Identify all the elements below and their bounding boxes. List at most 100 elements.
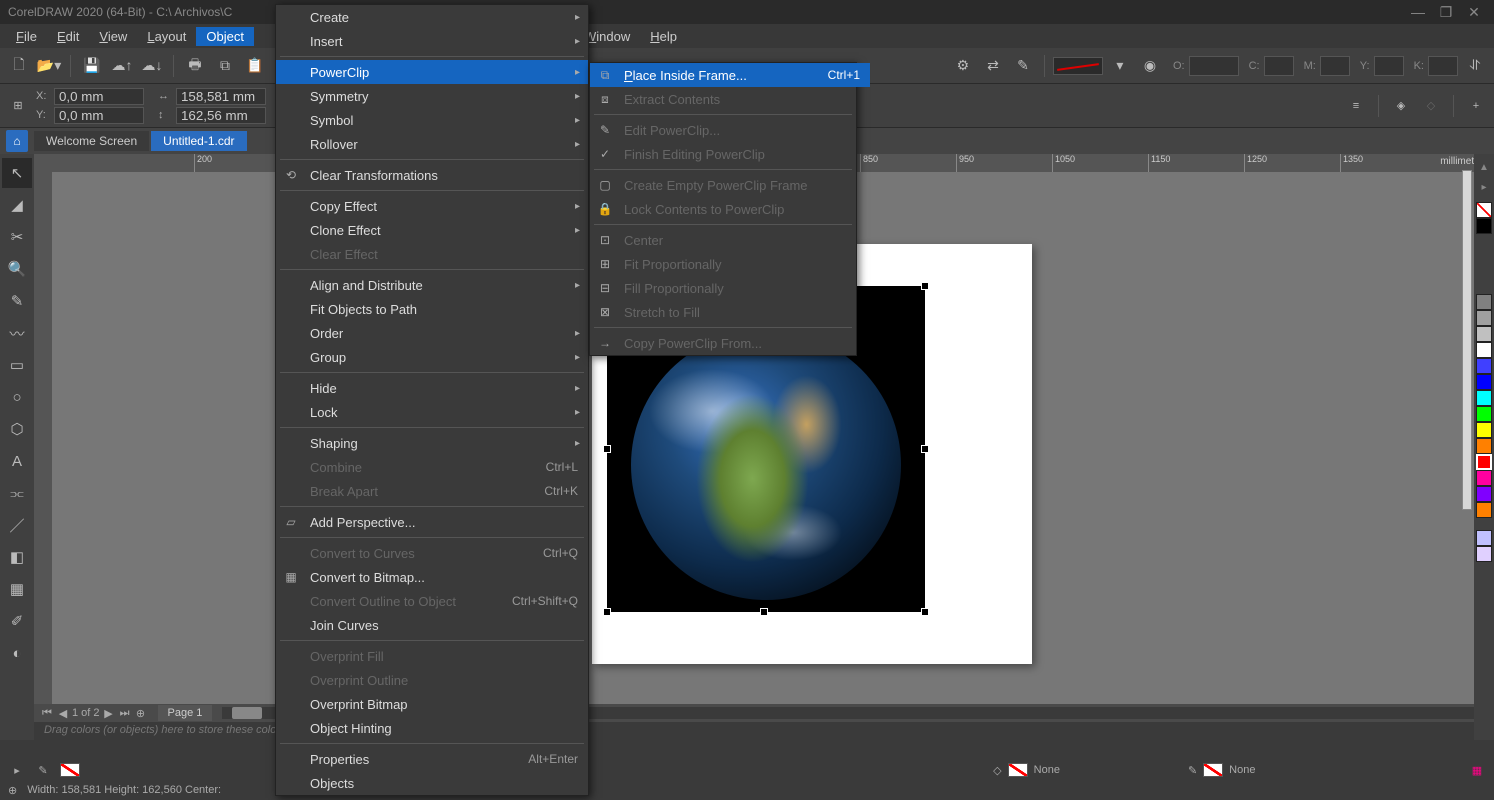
menu-shaping[interactable]: Shaping [276,431,588,455]
width-input[interactable] [176,88,266,105]
outline-preview[interactable] [1053,57,1103,75]
fill-swatch[interactable] [60,763,80,777]
artistic-tool-icon[interactable]: 〰 [2,318,32,348]
transparency-tool-icon[interactable]: ▦ [2,574,32,604]
menu-lock[interactable]: Lock [276,400,588,424]
swatch-blue[interactable] [1476,358,1492,374]
outline-none-swatch[interactable] [1203,763,1223,777]
menu-place-inside-frame[interactable]: ⧉Place Inside Frame...Place Inside Frame… [590,63,870,87]
pick-tool-icon[interactable]: ↖ [2,158,32,188]
menu-edit[interactable]: Edit [47,27,89,46]
x-input[interactable] [54,88,144,105]
shape-tool-icon[interactable]: ◢ [2,190,32,220]
polygon-tool-icon[interactable]: ⬡ [2,414,32,444]
k-input[interactable] [1428,56,1458,76]
next-page-icon[interactable]: ▶ [102,707,116,720]
handle-bm[interactable] [760,608,768,616]
swatch-black[interactable] [1476,218,1492,234]
close-icon[interactable]: ✕ [1462,2,1486,22]
palette-menu-icon[interactable]: ▸ [1476,182,1492,198]
menu-to-bitmap[interactable]: ▦Convert to Bitmap... [276,565,588,589]
line-tool-icon[interactable]: ／ [2,510,32,540]
menu-properties[interactable]: PropertiesAlt+Enter [276,747,588,771]
swatch-green[interactable] [1476,406,1492,422]
last-page-icon[interactable]: ⏭ [118,707,132,720]
swatch-purple[interactable] [1476,486,1492,502]
menu-align[interactable]: Align and Distribute [276,273,588,297]
dropdown-icon[interactable]: ▾ [1107,53,1133,79]
page-tab[interactable]: Page 1 [158,705,213,721]
print-icon[interactable]: 🖶 [182,53,208,79]
height-input[interactable] [176,107,266,124]
menu-clone-effect[interactable]: Clone Effect [276,218,588,242]
menu-layout[interactable]: Layout [137,27,196,46]
gear-icon[interactable]: ⚙ [950,53,976,79]
tab-welcome[interactable]: Welcome Screen [34,131,149,151]
v-scrollbar[interactable] [1462,170,1472,510]
layer-link-icon[interactable]: ◇ [1419,94,1443,118]
handle-mr[interactable] [921,445,929,453]
handle-ml[interactable] [603,445,611,453]
menu-objects[interactable]: Objects [276,771,588,795]
swatch-red[interactable] [1476,454,1492,470]
menu-object-hinting[interactable]: Object Hinting [276,716,588,740]
palette-up-icon[interactable]: ▲ [1476,162,1492,178]
prev-page-icon[interactable]: ◀ [56,707,70,720]
menu-group[interactable]: Group [276,345,588,369]
swatch-magenta[interactable] [1476,470,1492,486]
save-icon[interactable]: 💾 [79,53,105,79]
home-icon[interactable]: ⌂ [6,130,28,152]
menu-insert[interactable]: Insert [276,29,588,53]
color-wheel-icon[interactable]: ◉ [1137,53,1163,79]
swatch-none[interactable] [1476,202,1492,218]
layers-icon[interactable]: ◈ [1389,94,1413,118]
o-input[interactable] [1189,56,1239,76]
menu-symbol[interactable]: Symbol [276,108,588,132]
swatch-cyan[interactable] [1476,390,1492,406]
y-pos-input[interactable] [54,107,144,124]
menu-powerclip[interactable]: PowerClip [276,60,588,84]
menu-overprint-bitmap[interactable]: Overprint Bitmap [276,692,588,716]
zoom-tool-icon[interactable]: 🔍 [2,254,32,284]
cloud-up-icon[interactable]: ☁↑ [109,53,135,79]
pen-options-icon[interactable]: ✎ [1010,53,1036,79]
open-icon[interactable]: 📂▾ [36,53,62,79]
menu-file[interactable]: FFileile [6,27,47,46]
stepper-icon[interactable]: ⥯ [1462,53,1488,79]
origin-grid-icon[interactable]: ⊞ [6,94,30,118]
eyedropper-tool-icon[interactable]: ✐ [2,606,32,636]
y-input[interactable] [1374,56,1404,76]
swatch-orange[interactable] [1476,438,1492,454]
outline-pen-icon[interactable]: ✎ [34,761,52,779]
paste-icon[interactable]: 📋 [242,53,268,79]
shadow-tool-icon[interactable]: ◧ [2,542,32,572]
menu-clear-transformations[interactable]: ⟲Clear Transformations [276,163,588,187]
swatch-white[interactable] [1476,342,1492,358]
rectangle-tool-icon[interactable]: ▭ [2,350,32,380]
tab-document[interactable]: Untitled-1.cdr [151,131,246,151]
menu-add-perspective[interactable]: ▱Add Perspective... [276,510,588,534]
swatch-lblue[interactable] [1476,530,1492,546]
menu-create[interactable]: Create [276,5,588,29]
copy-icon[interactable]: ⧉ [212,53,238,79]
text-tool-icon[interactable]: A [2,446,32,476]
handle-br[interactable] [921,608,929,616]
cloud-down-icon[interactable]: ☁↓ [139,53,165,79]
fill-none-swatch[interactable] [1008,763,1028,777]
handle-bl[interactable] [603,608,611,616]
color-model-icon[interactable]: ▦ [1468,761,1486,779]
freehand-tool-icon[interactable]: ✎ [2,286,32,316]
menu-rollover[interactable]: Rollover [276,132,588,156]
ellipse-tool-icon[interactable]: ○ [2,382,32,412]
menu-fit-path[interactable]: Fit Objects to Path [276,297,588,321]
swatch-gray[interactable] [1476,294,1492,310]
crop-tool-icon[interactable]: ✂ [2,222,32,252]
menu-object[interactable]: Object [196,27,254,46]
menu-symmetry[interactable]: Symmetry [276,84,588,108]
swatch-silver[interactable] [1476,326,1492,342]
swatch-yellow[interactable] [1476,422,1492,438]
maximize-icon[interactable]: ❐ [1434,2,1458,22]
menu-order[interactable]: Order [276,321,588,345]
swatch-blue2[interactable] [1476,374,1492,390]
swatch-lgray[interactable] [1476,310,1492,326]
